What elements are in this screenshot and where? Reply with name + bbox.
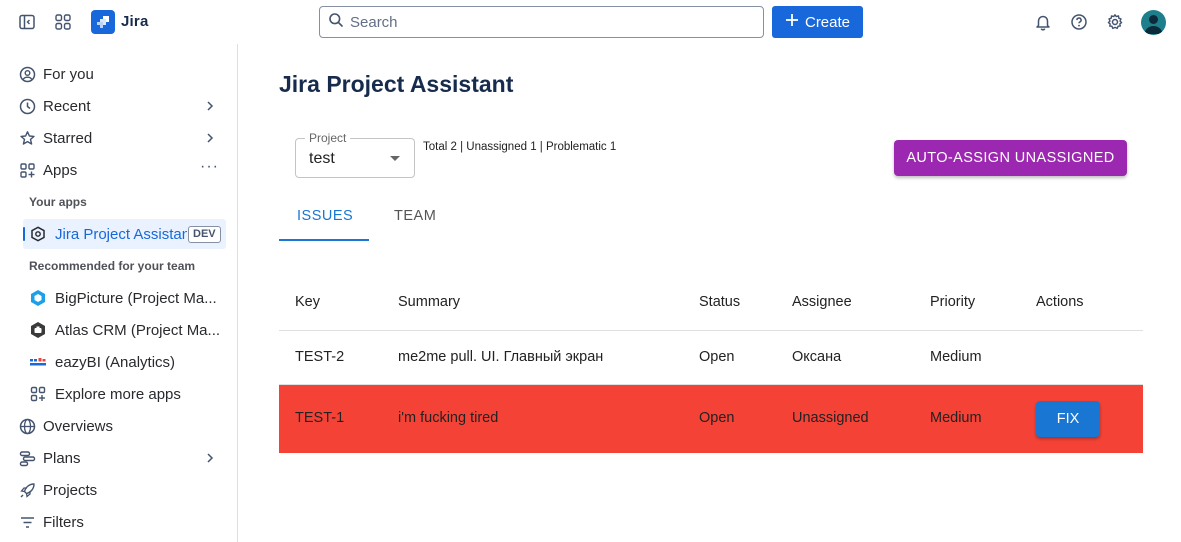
- column-header-summary: Summary: [398, 294, 461, 310]
- sidebar-item-projects[interactable]: Projects: [0, 474, 237, 506]
- user-circle-icon: [18, 65, 36, 83]
- plus-icon: [785, 13, 799, 31]
- main-content: Jira Project Assistant Project test Tota…: [239, 44, 1181, 542]
- sidebar-item-label: Apps: [43, 161, 78, 179]
- star-icon: [18, 129, 36, 147]
- issue-priority: Medium: [930, 410, 982, 426]
- issue-summary: i'm fucking tired: [398, 410, 499, 426]
- hexagon-app-icon: [29, 225, 47, 243]
- issues-table: Key Summary Status Assignee Priority Act…: [279, 280, 1143, 453]
- more-options-icon[interactable]: ···: [200, 158, 219, 176]
- tab-team[interactable]: TEAM: [394, 208, 436, 224]
- search-input[interactable]: [350, 13, 750, 31]
- issue-summary-stats: Total 2 | Unassigned 1 | Problematic 1: [423, 141, 617, 153]
- active-tab-indicator: [279, 239, 369, 241]
- chevron-right-icon[interactable]: [202, 98, 218, 114]
- sidebar-item-label: Plans: [43, 449, 81, 467]
- sidebar-item-starred[interactable]: Starred: [0, 122, 237, 154]
- sidebar: For you Recent Starred Apps ··· Your app…: [0, 44, 238, 542]
- create-button-label: Create: [804, 13, 851, 31]
- filter-icon: [18, 513, 36, 531]
- chevron-right-icon[interactable]: [202, 130, 218, 146]
- sidebar-item-label: Recent: [43, 97, 91, 115]
- app-switcher-icon[interactable]: [51, 10, 75, 34]
- search-box[interactable]: [319, 6, 764, 38]
- sidebar-item-overviews[interactable]: Overviews: [0, 410, 237, 442]
- column-header-key: Key: [295, 294, 320, 310]
- app-label: Explore more apps: [55, 385, 181, 403]
- sidebar-item-explore-more-apps[interactable]: Explore more apps: [23, 379, 226, 409]
- top-navigation: Jira Create: [0, 0, 1181, 44]
- apps-icon: [18, 161, 36, 179]
- app-label: Atlas CRM (Project Ma...: [55, 321, 219, 339]
- issue-status: Open: [699, 410, 735, 426]
- section-label-your-apps: Your apps: [29, 195, 87, 209]
- project-select-label: Project: [305, 131, 351, 145]
- fix-button[interactable]: FIX: [1036, 401, 1100, 437]
- sidebar-item-label: For you: [43, 65, 94, 83]
- issue-summary: me2me pull. UI. Главный экран: [398, 349, 604, 365]
- sidebar-item-plans[interactable]: Plans: [0, 442, 237, 474]
- issue-assignee: Оксана: [792, 349, 842, 365]
- sidebar-item-jira-project-assistant[interactable]: Jira Project Assistant DEV: [23, 219, 226, 249]
- column-header-actions: Actions: [1036, 294, 1084, 310]
- dropdown-arrow-icon: [390, 156, 400, 161]
- product-name[interactable]: Jira: [121, 13, 149, 30]
- atlas-crm-logo-icon: [29, 321, 47, 339]
- issue-priority: Medium: [930, 349, 982, 365]
- sidebar-item-filters[interactable]: Filters: [0, 506, 237, 538]
- sidebar-item-label: Overviews: [43, 417, 114, 435]
- table-header-row: Key Summary Status Assignee Priority Act…: [279, 280, 1143, 331]
- project-select-value: test: [309, 150, 335, 167]
- plans-icon: [18, 449, 36, 467]
- app-label: Jira Project Assistant: [55, 225, 187, 243]
- sidebar-toggle-icon[interactable]: [15, 10, 39, 34]
- create-button[interactable]: Create: [772, 6, 863, 38]
- table-row-problematic: TEST-1 i'm fucking tired Open Unassigned…: [279, 385, 1143, 453]
- rocket-icon: [18, 481, 36, 499]
- sidebar-item-eazybi[interactable]: eazyBI (Analytics): [23, 347, 226, 377]
- active-indicator: [23, 227, 25, 241]
- auto-assign-unassigned-button[interactable]: AUTO-ASSIGN UNASSIGNED: [894, 140, 1127, 176]
- sidebar-item-label: Projects: [43, 481, 98, 499]
- project-select[interactable]: Project test: [295, 131, 415, 178]
- clock-icon: [18, 97, 36, 115]
- jira-logo-icon[interactable]: [91, 10, 115, 34]
- app-label: eazyBI (Analytics): [55, 353, 176, 371]
- add-apps-icon: [29, 385, 47, 403]
- tab-issues[interactable]: ISSUES: [297, 208, 353, 224]
- sidebar-item-bigpicture[interactable]: BigPicture (Project Ma...: [23, 283, 226, 313]
- sidebar-item-label: Filters: [43, 513, 84, 531]
- app-label: BigPicture (Project Ma...: [55, 289, 217, 307]
- bigpicture-logo-icon: [29, 289, 47, 307]
- issue-status: Open: [699, 349, 735, 365]
- column-header-status: Status: [699, 294, 741, 310]
- globe-icon: [18, 417, 36, 435]
- page-title: Jira Project Assistant: [279, 71, 514, 97]
- search-icon: [328, 12, 344, 33]
- eazybi-logo-icon: [29, 353, 47, 371]
- issue-key: TEST-1: [295, 410, 345, 426]
- issue-key: TEST-2: [295, 349, 345, 365]
- issue-assignee: Unassigned: [792, 410, 869, 426]
- column-header-priority: Priority: [930, 294, 976, 310]
- user-avatar[interactable]: [1141, 10, 1166, 35]
- sidebar-item-apps[interactable]: Apps ···: [0, 154, 237, 186]
- sidebar-item-atlas-crm[interactable]: Atlas CRM (Project Ma...: [23, 315, 226, 345]
- help-icon[interactable]: [1067, 10, 1091, 34]
- dev-badge: DEV: [188, 226, 221, 243]
- chevron-right-icon[interactable]: [202, 450, 218, 466]
- sidebar-item-recent[interactable]: Recent: [0, 90, 237, 122]
- sidebar-item-label: Starred: [43, 129, 93, 147]
- section-label-recommended: Recommended for your team: [29, 259, 196, 273]
- settings-gear-icon[interactable]: [1103, 10, 1127, 34]
- table-row: TEST-2 me2me pull. UI. Главный экран Ope…: [279, 331, 1143, 385]
- sidebar-item-for-you[interactable]: For you: [0, 58, 237, 90]
- column-header-assignee: Assignee: [792, 294, 852, 310]
- notifications-bell-icon[interactable]: [1031, 10, 1055, 34]
